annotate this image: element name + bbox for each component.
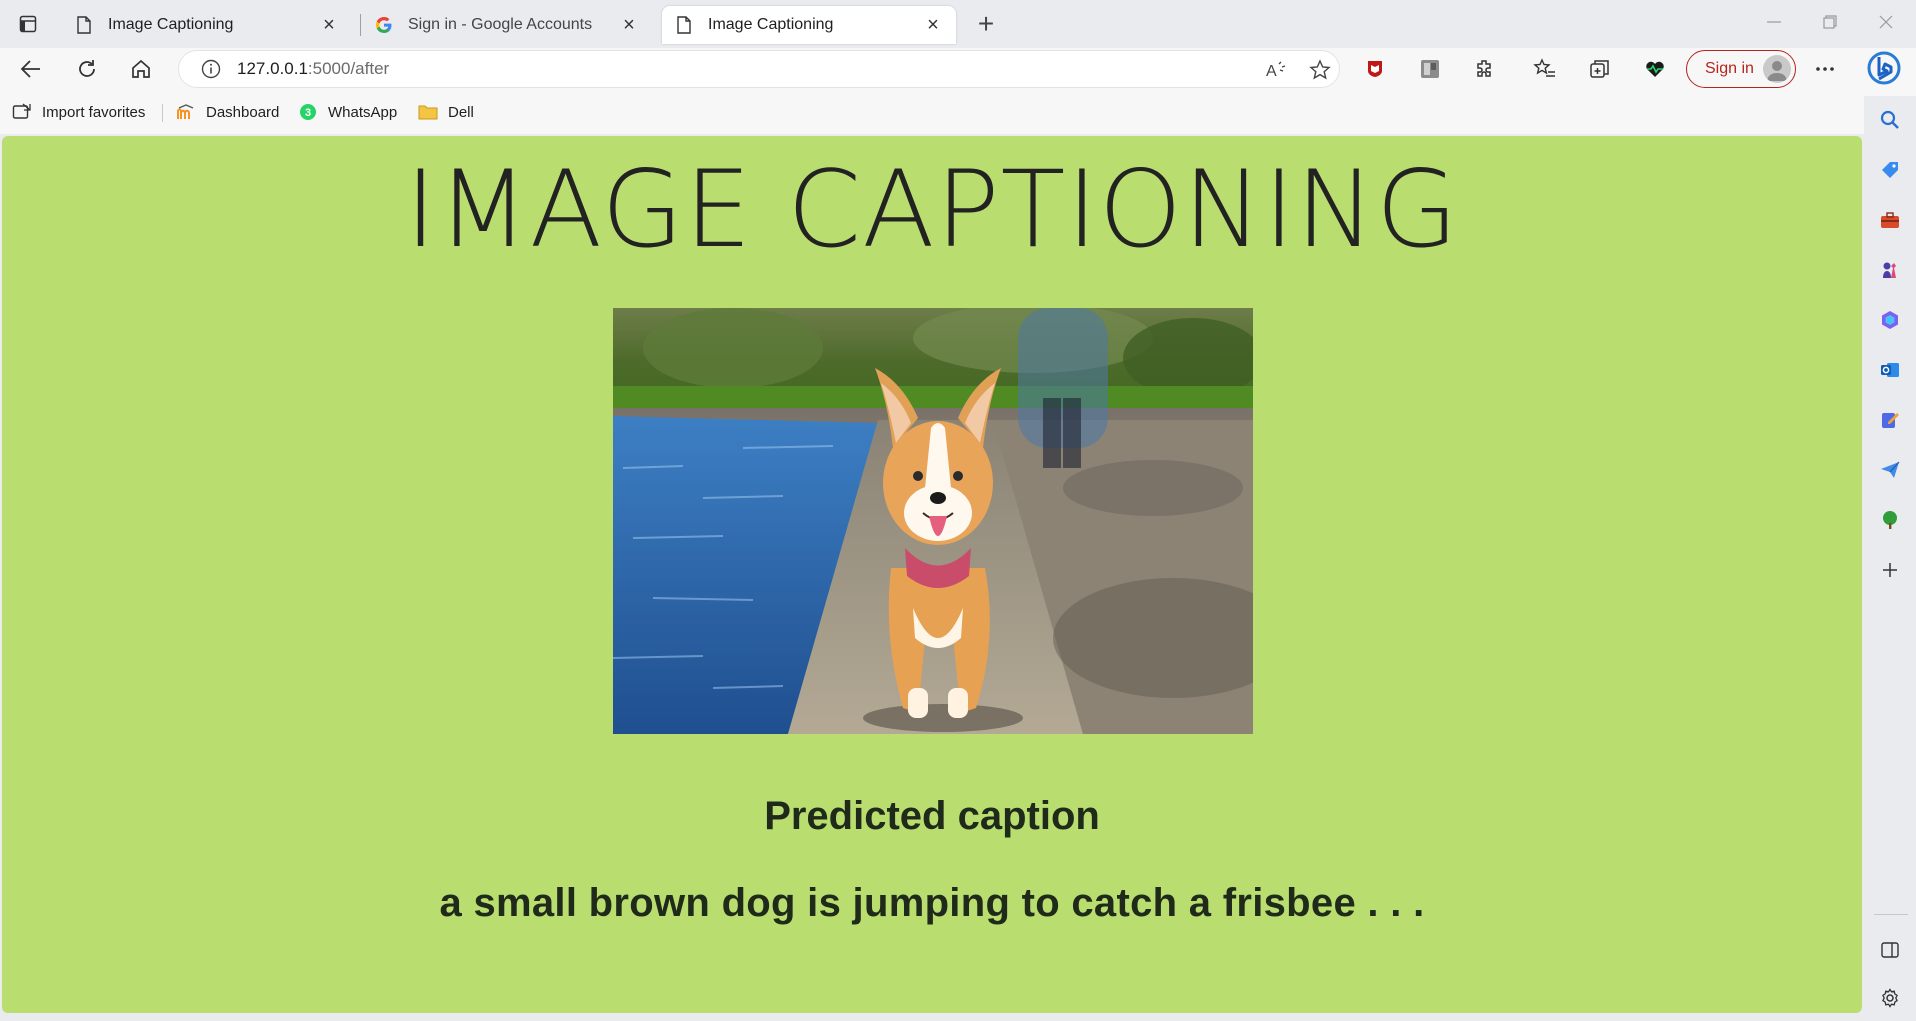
tools-briefcase-icon[interactable] (1870, 202, 1910, 238)
fav-dell[interactable]: Dell (418, 100, 474, 124)
tab-title: Image Captioning (708, 16, 834, 33)
new-tab-icon[interactable]: + (970, 8, 1002, 39)
close-icon[interactable]: × (318, 14, 340, 36)
import-icon (12, 102, 32, 122)
refresh-icon[interactable] (70, 53, 104, 85)
tab-actions-icon[interactable] (12, 10, 44, 38)
uploaded-image (613, 308, 1253, 734)
read-aloud-icon[interactable]: A (1259, 53, 1293, 87)
whatsapp-badge: 3 (305, 107, 311, 119)
fav-import-favorites[interactable]: Import favorites (12, 100, 145, 124)
page-content: IMAGE CAPTIONING Predicted caption a sma… (2, 136, 1862, 1013)
sign-in-label: Sign in (1705, 60, 1754, 77)
tab-separator (360, 14, 361, 36)
fav-label: Import favorites (42, 103, 146, 121)
favorites-bar: Import favorites Dashboard 3 WhatsApp De… (0, 90, 1916, 134)
profile-extension-icon[interactable] (1413, 53, 1447, 85)
send-paper-plane-icon[interactable] (1870, 452, 1910, 488)
games-chess-icon[interactable] (1870, 252, 1910, 288)
svg-text:A: A (1266, 63, 1277, 80)
url-text: 127.0.0.1:5000/after (237, 59, 389, 79)
favorites-separator (162, 104, 163, 122)
tab-image-captioning-active[interactable]: Image Captioning × (662, 6, 956, 44)
google-icon (374, 15, 394, 35)
favorites-list-icon[interactable] (1528, 53, 1562, 85)
favorite-star-icon[interactable] (1303, 53, 1337, 87)
sidebar-divider (1874, 914, 1908, 915)
page-title: IMAGE CAPTIONING (404, 148, 1460, 271)
moodle-icon (176, 102, 196, 122)
microsoft-365-icon[interactable] (1870, 302, 1910, 338)
home-icon[interactable] (124, 53, 158, 85)
tab-title: Image Captioning (108, 16, 234, 33)
navigation-toolbar: 127.0.0.1:5000/after A Sign in (0, 48, 1916, 90)
back-icon[interactable] (14, 53, 48, 85)
fav-dashboard[interactable]: Dashboard (176, 100, 279, 124)
shopping-tag-icon[interactable] (1870, 152, 1910, 188)
bing-copilot-icon[interactable] (1864, 48, 1904, 88)
search-icon[interactable] (1870, 102, 1910, 138)
tab-google-sign-in[interactable]: Sign in - Google Accounts × (362, 6, 652, 44)
hide-sidebar-icon[interactable] (1870, 932, 1910, 968)
minimize-icon[interactable] (1754, 8, 1794, 36)
extensions-icon[interactable] (1468, 53, 1502, 85)
fav-label: WhatsApp (328, 103, 398, 121)
restore-icon[interactable] (1810, 8, 1850, 36)
url-host: 127.0.0.1 (237, 59, 308, 78)
more-options-icon[interactable] (1808, 53, 1842, 85)
page-icon (674, 15, 694, 35)
drop-notes-icon[interactable] (1870, 402, 1910, 438)
whatsapp-icon: 3 (298, 102, 318, 122)
close-icon[interactable]: × (922, 14, 944, 36)
fav-label: Dashboard (206, 103, 280, 121)
outlook-icon[interactable] (1870, 352, 1910, 388)
fav-whatsapp[interactable]: 3 WhatsApp (298, 100, 397, 124)
tab-strip: Image Captioning × Sign in - Google Acco… (0, 0, 1916, 48)
tree-icon[interactable] (1870, 502, 1910, 538)
address-bar[interactable]: 127.0.0.1:5000/after A (178, 50, 1340, 88)
fav-label: Dell (448, 103, 474, 121)
folder-icon (418, 102, 438, 122)
edge-sidebar (1864, 96, 1916, 1021)
page-icon (74, 15, 94, 35)
mcafee-extension-icon[interactable] (1358, 53, 1392, 85)
tab-image-captioning-1[interactable]: Image Captioning × (62, 6, 352, 44)
settings-gear-icon[interactable] (1870, 980, 1910, 1016)
site-info-icon[interactable] (199, 57, 223, 81)
tab-title: Sign in - Google Accounts (408, 16, 593, 33)
close-window-icon[interactable] (1866, 8, 1906, 36)
add-icon[interactable] (1870, 552, 1910, 588)
predicted-caption: a small brown dog is jumping to catch a … (439, 881, 1425, 925)
browser-essentials-icon[interactable] (1638, 53, 1672, 85)
avatar (1763, 55, 1791, 83)
collections-icon[interactable] (1583, 53, 1617, 85)
close-icon[interactable]: × (618, 14, 640, 36)
corgi-photo-icon (613, 308, 1253, 734)
url-path: :5000/after (307, 59, 390, 78)
caption-heading: Predicted caption (764, 794, 1100, 838)
sign-in-button[interactable]: Sign in (1686, 50, 1796, 88)
